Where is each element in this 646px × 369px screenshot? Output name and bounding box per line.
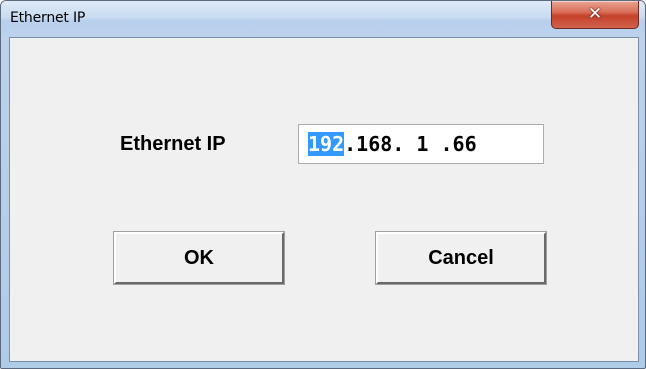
- ip-octet-3[interactable]: 1: [416, 132, 428, 156]
- dialog-body: Ethernet IP 192. 168. 1 . 66 OK Cancel: [9, 37, 639, 362]
- ip-separator: .: [428, 132, 453, 156]
- close-icon: ✕: [587, 4, 603, 24]
- ip-address-input[interactable]: 192. 168. 1 . 66: [298, 124, 544, 164]
- window-title: Ethernet IP: [10, 10, 86, 26]
- ip-separator: .: [392, 132, 417, 156]
- ip-octet-4[interactable]: 66: [453, 132, 477, 156]
- cancel-button[interactable]: Cancel: [375, 231, 547, 285]
- ip-separator: .: [344, 132, 357, 156]
- ip-octet-2[interactable]: 168: [356, 132, 392, 156]
- ip-octet-1[interactable]: 192: [308, 132, 345, 156]
- ok-button[interactable]: OK: [113, 231, 285, 285]
- dialog-window: Ethernet IP ✕ Ethernet IP 192. 168. 1 . 66…: [0, 0, 646, 369]
- title-bar[interactable]: Ethernet IP ✕: [1, 1, 645, 37]
- close-button[interactable]: ✕: [551, 1, 639, 29]
- ethernet-ip-label: Ethernet IP: [120, 133, 226, 155]
